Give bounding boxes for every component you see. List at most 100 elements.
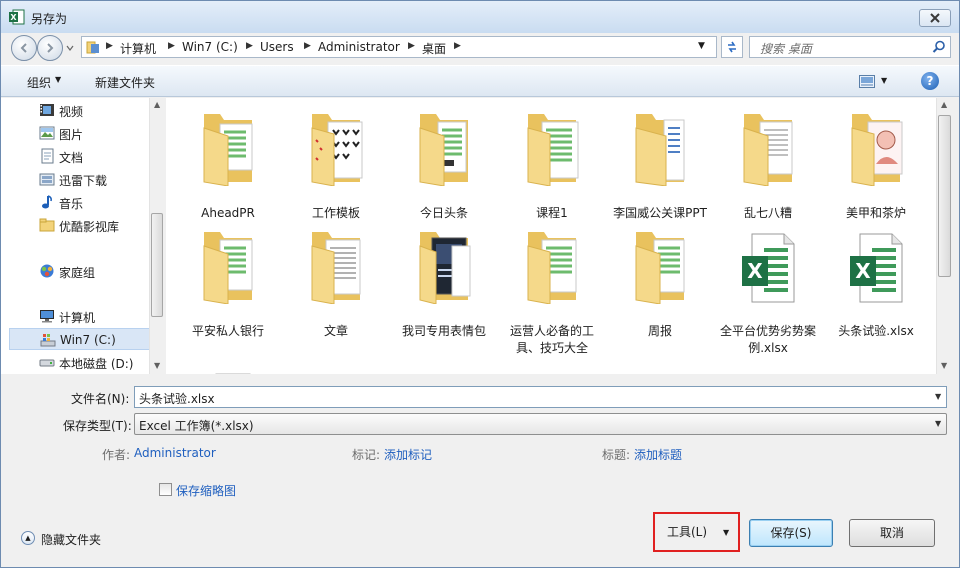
nav-item-label: 计算机 [59, 311, 96, 325]
help-icon[interactable]: ? [921, 72, 939, 90]
save-thumbnail-checkbox[interactable] [159, 483, 172, 496]
file-item-pingan[interactable]: 平安私人银行 [176, 220, 280, 338]
save-button[interactable]: 保存(S) [749, 519, 833, 547]
address-bar[interactable]: ▶ 计算机 ▶ Win7 (C:) ▶ Users ▶ Administrato… [81, 36, 717, 58]
breadcrumb-separator[interactable]: ▶ [304, 41, 311, 51]
folder-docs-icon [203, 114, 253, 186]
breadcrumb-drive[interactable]: Win7 (C:) [182, 40, 238, 54]
nav-item-label: 本地磁盘 (D:) [59, 357, 134, 371]
forward-button[interactable] [37, 35, 63, 61]
folder-icon [86, 41, 99, 54]
file-item-misc[interactable]: 乱七八糟 [716, 102, 820, 220]
file-item-work-templates[interactable]: 工作模板 [284, 102, 388, 220]
nav-item-label: 文档 [59, 151, 84, 165]
view-options-dropdown-icon[interactable]: ▼ [881, 76, 887, 85]
nav-item-local-disk-d[interactable]: 本地磁盘 (D:) [9, 351, 157, 373]
file-item-manicure[interactable]: 美甲和茶炉 [824, 102, 928, 220]
chevron-down-icon[interactable]: ▼ [935, 419, 941, 428]
nav-item-computer[interactable]: 计算机 [9, 305, 157, 327]
search-icon[interactable] [932, 40, 946, 54]
file-list-scroll-thumb[interactable] [938, 115, 951, 277]
tags-field[interactable]: 添加标记 [384, 446, 432, 463]
nav-item-youku[interactable]: 优酷影视库 [9, 214, 157, 236]
cancel-button[interactable]: 取消 [849, 519, 935, 547]
nav-item-homegroup[interactable]: 家庭组 [9, 260, 157, 282]
close-button[interactable] [919, 9, 951, 27]
scroll-up-icon[interactable]: ▲ [154, 100, 160, 109]
file-item-toutiao[interactable]: 今日头条 [392, 102, 496, 220]
file-item-pr-course-ppt[interactable]: 李国威公关课PPT [608, 102, 712, 220]
scroll-up-icon[interactable]: ▲ [941, 100, 947, 109]
breadcrumb-administrator[interactable]: Administrator [318, 40, 400, 54]
chevron-down-icon[interactable]: ▼ [723, 520, 729, 546]
new-folder-button[interactable]: 新建文件夹 [95, 74, 155, 91]
filetype-select[interactable]: Excel 工作簿(*.xlsx) ▼ [134, 413, 947, 435]
drive-icon [39, 359, 55, 367]
change-view-icon[interactable] [859, 75, 875, 88]
breadcrumb-computer[interactable]: 计算机 [120, 40, 156, 57]
file-name: 运营人必备的工具、技巧大全 [509, 324, 594, 355]
computer-icon [40, 310, 54, 323]
folder-docs-icon [311, 232, 361, 304]
nav-item-documents[interactable]: 文档 [9, 145, 157, 167]
chevron-up-icon[interactable]: ▲ [21, 531, 35, 545]
video-library-icon [40, 104, 54, 116]
breadcrumb-separator[interactable]: ▶ [408, 41, 415, 51]
search-input[interactable]: 搜索 桌面 [749, 36, 951, 58]
refresh-button[interactable] [721, 36, 743, 58]
breadcrumb-desktop[interactable]: 桌面 [422, 40, 446, 57]
filename-value: 头条试验.xlsx [139, 392, 215, 406]
back-button[interactable] [11, 35, 37, 61]
breadcrumb-separator[interactable]: ▶ [454, 41, 461, 51]
address-dropdown-icon[interactable]: ▼ [698, 41, 705, 51]
title-bar: X 另存为 [1, 1, 959, 33]
file-item-toutiao-test-xlsx[interactable]: X 头条试验.xlsx [824, 220, 928, 338]
breadcrumb-users[interactable]: Users [260, 40, 294, 54]
file-item-ops-tools[interactable]: 运营人必备的工具、技巧大全 [500, 220, 604, 355]
nav-item-pictures[interactable]: 图片 [9, 122, 157, 144]
file-item-partial[interactable] [176, 362, 280, 374]
scroll-down-icon[interactable]: ▼ [154, 361, 160, 370]
nav-item-videos[interactable]: 视频 [9, 99, 157, 121]
nav-item-music[interactable]: 音乐 [9, 191, 157, 213]
document-icon [215, 373, 251, 374]
filename-field[interactable]: 头条试验.xlsx ▼ [134, 386, 947, 408]
hide-folders-button[interactable]: 隐藏文件夹 [41, 531, 101, 548]
folder-image-icon [419, 232, 471, 304]
file-item-platform-cases-xlsx[interactable]: X 全平台优势劣势案例.xlsx [716, 220, 820, 355]
tools-menu-button[interactable]: 工具(L) ▼ [657, 519, 737, 547]
file-name: 平安私人银行 [191, 324, 264, 338]
file-item-stickers[interactable]: 我司专用表情包 [392, 220, 496, 338]
file-name: 全平台优势劣势案例.xlsx [719, 324, 816, 355]
title-field[interactable]: 添加标题 [634, 446, 682, 463]
file-list-pane: AheadPR 工作模板 今日头条 课程1 李国威公关课PPT 乱七八糟 美甲和… [166, 98, 936, 374]
nav-item-label: 图片 [59, 128, 84, 142]
scroll-down-icon[interactable]: ▼ [941, 361, 947, 370]
recent-locations-dropdown-icon[interactable] [65, 43, 75, 53]
file-item-weekly-report[interactable]: 周报 [608, 220, 712, 338]
breadcrumb-separator[interactable]: ▶ [246, 41, 253, 51]
chevron-down-icon[interactable]: ▼ [935, 392, 941, 401]
navigation-scroll-thumb[interactable] [151, 213, 163, 317]
svg-text:X: X [10, 13, 17, 22]
chevron-down-icon[interactable]: ▼ [55, 75, 61, 84]
breadcrumb-separator[interactable]: ▶ [106, 41, 113, 51]
folder-docs-icon [527, 114, 579, 186]
file-name: 文章 [323, 324, 348, 338]
nav-item-xunlei-downloads[interactable]: 迅雷下载 [9, 168, 157, 190]
file-item-aheadpr[interactable]: AheadPR [176, 102, 280, 220]
nav-item-win7-drive[interactable]: Win7 (C:) [9, 328, 157, 350]
author-field[interactable]: Administrator [134, 446, 216, 460]
save-thumbnail-label[interactable]: 保存缩略图 [176, 482, 236, 499]
nav-item-label: 优酷影视库 [59, 220, 120, 234]
svg-text:X: X [747, 259, 763, 283]
file-item-course1[interactable]: 课程1 [500, 102, 604, 220]
folder-icon [39, 218, 55, 232]
organize-menu-button[interactable]: 组织 [27, 74, 51, 91]
breadcrumb-separator[interactable]: ▶ [168, 41, 175, 51]
folder-docs-icon [635, 232, 685, 304]
filetype-value: Excel 工作簿(*.xlsx) [139, 419, 254, 433]
nav-item-label: 音乐 [59, 197, 84, 211]
nav-item-label: 家庭组 [59, 266, 96, 280]
file-item-articles[interactable]: 文章 [284, 220, 388, 338]
